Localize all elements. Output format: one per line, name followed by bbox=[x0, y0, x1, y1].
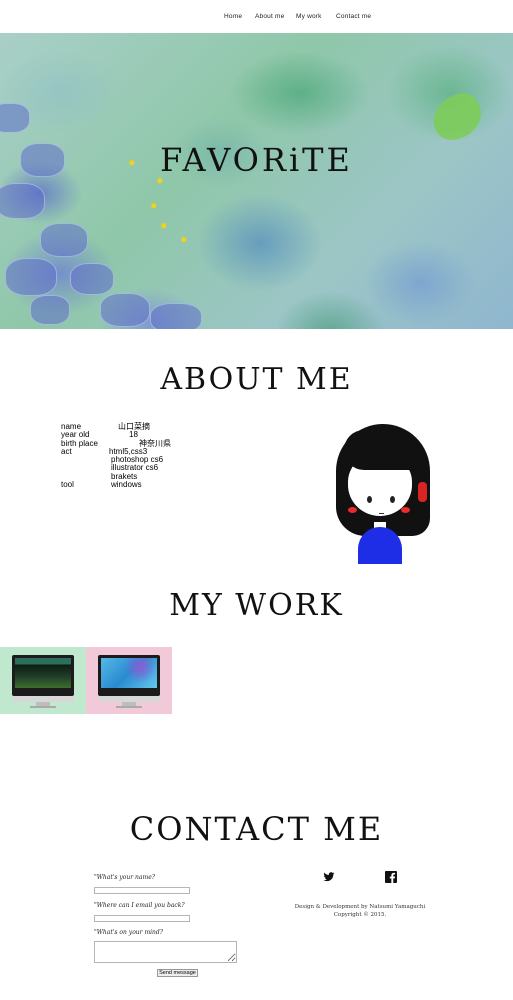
avatar-illustration bbox=[330, 424, 434, 564]
avatar-cheek bbox=[348, 507, 357, 513]
twitter-icon[interactable] bbox=[323, 870, 335, 882]
contact-heading: CONTACT ME bbox=[129, 810, 384, 848]
nav-work-link[interactable]: My work bbox=[296, 13, 322, 20]
hero-decoration bbox=[0, 183, 45, 219]
avatar-cheek bbox=[401, 507, 410, 513]
avatar-eye bbox=[367, 496, 372, 503]
about-heading: ABOUT ME bbox=[160, 362, 353, 397]
message-field-label: "What's on your mind? bbox=[94, 929, 163, 936]
hero-decoration bbox=[150, 303, 202, 329]
avatar-body bbox=[358, 527, 402, 564]
hero-title: FAVORiTE bbox=[160, 141, 353, 179]
nav-home-link[interactable]: Home bbox=[224, 13, 242, 20]
top-nav: Home About me My work Contact me bbox=[0, 0, 513, 33]
message-field[interactable] bbox=[94, 941, 237, 963]
hero-decoration bbox=[5, 258, 57, 296]
hero-decoration bbox=[0, 103, 30, 133]
twitter-icon-graphic bbox=[323, 872, 335, 882]
profile-value: windows bbox=[111, 480, 142, 490]
facebook-icon[interactable] bbox=[385, 870, 397, 883]
work-item-2[interactable] bbox=[86, 647, 172, 714]
send-message-button[interactable]: Send message bbox=[157, 969, 198, 977]
monitor-icon bbox=[98, 655, 160, 702]
hero-decoration: ✸ bbox=[180, 235, 188, 245]
credit-designer: Design & Development by Natsumi Yamaguch… bbox=[294, 904, 426, 910]
avatar-ribbon bbox=[418, 482, 427, 502]
facebook-icon-graphic bbox=[385, 871, 397, 883]
name-field[interactable] bbox=[94, 887, 190, 894]
profile-key: tool bbox=[61, 480, 74, 490]
hero-decoration: ✸ bbox=[160, 221, 168, 231]
nav-contact-link[interactable]: Contact me bbox=[336, 13, 371, 20]
monitor-base bbox=[116, 706, 142, 708]
email-field[interactable] bbox=[94, 915, 190, 922]
hero-decoration: ✸ bbox=[150, 201, 158, 211]
profile-value: 18 bbox=[129, 430, 138, 440]
hero-decoration bbox=[40, 223, 88, 257]
monitor-icon bbox=[12, 655, 74, 702]
work-screenshot bbox=[101, 658, 157, 688]
hero-banner: ✸ ✸ ✸ ✸ ✸ FAVORiTE bbox=[0, 33, 513, 329]
profile-key: act bbox=[61, 446, 72, 456]
hero-decoration bbox=[70, 263, 114, 295]
hero-leaf bbox=[425, 87, 489, 147]
avatar-bangs bbox=[344, 430, 418, 470]
work-heading: MY WORK bbox=[169, 588, 344, 623]
work-screenshot bbox=[15, 658, 71, 688]
name-field-label: "What's your name? bbox=[94, 874, 155, 881]
nav-about-link[interactable]: About me bbox=[255, 13, 284, 20]
monitor-base bbox=[30, 706, 56, 708]
email-field-label: "Where can I email you back? bbox=[94, 902, 185, 909]
hero-decoration bbox=[30, 295, 70, 325]
avatar-eye bbox=[390, 496, 395, 503]
credit-copyright: Copyright © 2015. bbox=[333, 912, 387, 918]
avatar-mouth bbox=[379, 512, 384, 514]
hero-decoration bbox=[100, 293, 150, 327]
work-item-1[interactable] bbox=[0, 647, 86, 714]
